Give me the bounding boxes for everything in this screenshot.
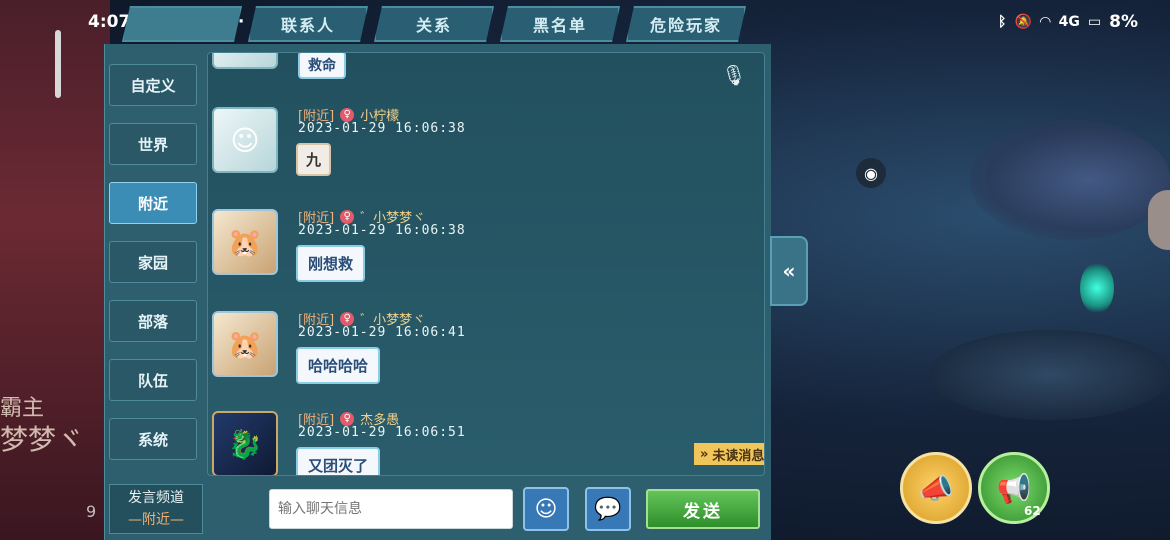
chevron-down-icon: » bbox=[700, 446, 709, 462]
tab-relations[interactable]: 关系 bbox=[374, 6, 494, 42]
horn-count: 62 bbox=[1024, 504, 1041, 518]
avatar[interactable]: 🐉 bbox=[212, 411, 278, 475]
sea-creature-decoration bbox=[970, 120, 1170, 240]
scene-text-name: 梦梦ヾ bbox=[0, 423, 85, 456]
speech-bubble-icon: 💬 bbox=[594, 496, 622, 522]
send-button[interactable]: 发送 bbox=[646, 489, 760, 529]
message-bubble: 九 bbox=[296, 143, 332, 176]
emoji-button[interactable]: ☺ bbox=[523, 487, 569, 531]
channel-current: —附近— bbox=[128, 512, 184, 528]
message-bubble: 哈哈哈哈 bbox=[296, 347, 381, 384]
sidebar-item-nearby[interactable]: 附近 bbox=[109, 182, 197, 224]
chat-input[interactable] bbox=[269, 489, 513, 529]
sidebar-item-custom[interactable]: 自定义 bbox=[109, 64, 197, 106]
female-icon: ♀ bbox=[340, 209, 355, 224]
channel-title: 发言频道 bbox=[128, 490, 184, 506]
chat-message-list[interactable]: 🎙 救命 ☺ [附近] ♀ 小柠檬 2023-01-29 16:06:38 九 … bbox=[207, 52, 765, 476]
collapse-panel-button[interactable]: « bbox=[770, 236, 808, 306]
sidebar-item-tribe[interactable]: 部落 bbox=[109, 300, 197, 342]
speaking-channel-selector[interactable]: 发言频道 —附近— bbox=[109, 484, 203, 534]
message-bubble: 又团灭了 bbox=[296, 447, 381, 475]
sidebar-item-team[interactable]: 队伍 bbox=[109, 359, 197, 401]
message-time: 2023-01-29 16:06:41 bbox=[298, 325, 466, 340]
side-avatar-partial[interactable] bbox=[1148, 190, 1170, 250]
smiley-icon: ☺ bbox=[534, 496, 558, 522]
female-icon: ♀ bbox=[340, 107, 355, 122]
channel-sidebar: 自定义 世界 附近 家园 部落 队伍 系统 bbox=[109, 64, 199, 477]
tab-dangerous-players[interactable]: 危险玩家 bbox=[626, 6, 746, 42]
quick-phrase-button[interactable]: 💬 bbox=[585, 487, 631, 531]
avatar[interactable]: 🐹 bbox=[212, 311, 278, 377]
battery-percent: 8% bbox=[1109, 12, 1138, 32]
scene-text-number: 9 bbox=[86, 502, 97, 521]
message-time: 2023-01-29 16:06:38 bbox=[298, 121, 466, 136]
female-icon: ♀ bbox=[340, 311, 355, 326]
avatar[interactable] bbox=[212, 53, 278, 69]
magic-circle-floor bbox=[930, 330, 1170, 420]
battery-icon: ▭ bbox=[1087, 14, 1102, 30]
signal-icon: 4G bbox=[1058, 14, 1080, 30]
crystal-icon bbox=[1080, 262, 1114, 314]
message-bubble: 救命 bbox=[298, 53, 346, 79]
female-icon: ♀ bbox=[340, 411, 355, 426]
chat-panel: 自定义 世界 附近 家园 部落 队伍 系统 🎙 救命 ☺ [附近] ♀ 小柠檬 … bbox=[104, 44, 771, 540]
unread-label: 未读消息3条 bbox=[712, 448, 765, 464]
sidebar-item-world[interactable]: 世界 bbox=[109, 123, 197, 165]
bluetooth-icon: ᛒ bbox=[998, 14, 1007, 30]
sidebar-item-home[interactable]: 家园 bbox=[109, 241, 197, 283]
wifi-icon: ◠ bbox=[1039, 14, 1051, 30]
message-time: 2023-01-29 16:06:51 bbox=[298, 425, 466, 440]
list-item: 救命 bbox=[212, 53, 752, 79]
avatar[interactable]: ☺ bbox=[212, 107, 278, 173]
double-chevron-left-icon: « bbox=[782, 259, 796, 283]
sidebar-item-system[interactable]: 系统 bbox=[109, 418, 197, 460]
tab-contacts[interactable]: 联系人 bbox=[248, 6, 368, 42]
top-tabs: 联系人 关系 黑名单 危险玩家 bbox=[122, 6, 746, 42]
unread-messages-button[interactable]: » 未读消息3条 bbox=[694, 443, 765, 465]
tab-chat[interactable] bbox=[122, 6, 242, 42]
mute-icon: 🔕 bbox=[1014, 14, 1032, 30]
message-bubble: 刚想救 bbox=[296, 245, 366, 282]
megaphone-icon: 📣 bbox=[918, 471, 954, 505]
avatar[interactable]: 🐹 bbox=[212, 209, 278, 275]
eye-icon[interactable]: ◉ bbox=[856, 158, 886, 188]
tab-blacklist[interactable]: 黑名单 bbox=[500, 6, 620, 42]
megaphone-icon: 📢 bbox=[996, 471, 1032, 505]
drag-handle[interactable] bbox=[55, 30, 61, 98]
status-bar-right: ᛒ 🔕 ◠ 4G ▭ 8% bbox=[998, 8, 1138, 36]
broadcast-horn-button[interactable]: 📣 bbox=[900, 452, 972, 524]
message-time: 2023-01-29 16:06:38 bbox=[298, 223, 466, 238]
game-scene-left: 霸主 梦梦ヾ 9 bbox=[0, 0, 110, 540]
